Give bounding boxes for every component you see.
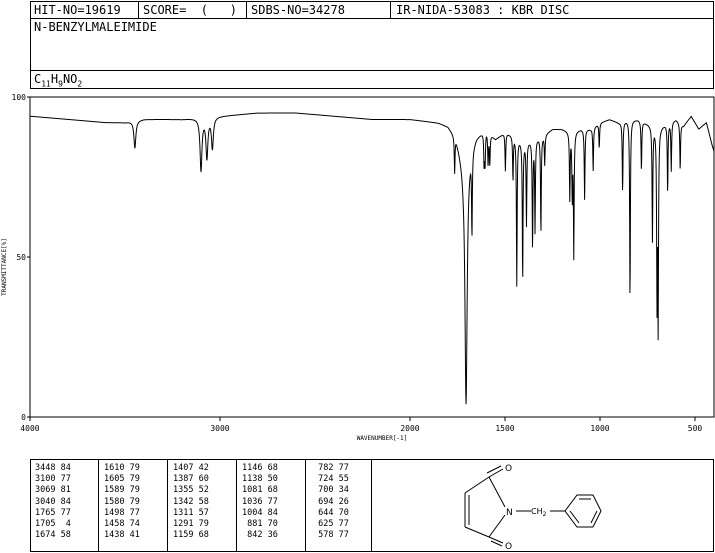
formula-no: NO <box>62 72 78 86</box>
y-axis-label: TRANSMITTANCE[%] <box>1 238 8 296</box>
peak-table-cell: 1036 77 <box>242 496 278 507</box>
structure-diagram: O N O CH2 <box>464 464 602 552</box>
peak-table-divider-2 <box>167 459 168 552</box>
bond-c1-n <box>488 476 506 508</box>
atom-o-top: O <box>505 464 512 474</box>
x-axis-label: WAVENUMBER[-1] <box>357 435 408 442</box>
peak-table-cell: 1355 52 <box>173 485 209 496</box>
x-tick-label: 4000 <box>20 424 39 433</box>
peak-table-column: 3448 84 3100 77 3069 81 3040 84 1765 77 1705 … <box>35 463 71 541</box>
peak-table-column: 1407 42 1387 60 1355 52 1342 58 1311 57 1291 … <box>173 463 209 541</box>
ir-spectrum-chart: 4000 3000 2000 1500 1000 500 0 50 100 WAVENUMBER[… <box>1 93 715 442</box>
peak-table-cell: 644 70 <box>313 507 349 518</box>
peak-table-divider-1 <box>98 459 99 552</box>
header-divider-2 <box>246 1 247 18</box>
peak-table-cell: 1765 77 <box>35 507 71 518</box>
peak-table-cell: 1291 79 <box>173 518 209 529</box>
peak-table-cell: 578 77 <box>313 530 349 541</box>
ir-nida-number: IR-NIDA-53083 : KBR DISC <box>396 3 570 17</box>
bond-c1-o-top <box>488 468 504 478</box>
x-tick-label: 1000 <box>590 424 609 433</box>
peak-table-cell: 782 77 <box>313 463 349 473</box>
compound-name: N-BENZYLMALEIMIDE <box>34 20 157 34</box>
peak-table-cell: 1610 79 <box>104 463 140 473</box>
peak-table-cell: 3448 84 <box>35 463 71 473</box>
y-tick-label: 100 <box>12 93 27 102</box>
y-tick-label: 50 <box>16 253 26 262</box>
peak-table-cell: 1311 57 <box>173 507 209 518</box>
x-tick-label: 1500 <box>495 424 514 433</box>
peak-table-cell: 625 77 <box>313 518 349 529</box>
peak-table-column: 1146 68 1138 50 1081 68 1036 77 1004 84 881 … <box>242 463 278 541</box>
peak-table-column: 782 77 724 55 700 34 694 26 644 70 625 7… <box>313 463 349 541</box>
atom-n: N <box>506 508 513 518</box>
header-divider-3 <box>390 1 391 18</box>
peak-table-cell: 1387 60 <box>173 474 209 485</box>
x-tick-label: 500 <box>688 424 703 433</box>
ch2-subscript: 2 <box>543 511 547 518</box>
peak-table-cell: 694 26 <box>313 496 349 507</box>
ch2-text: CH <box>531 507 543 516</box>
bond-c1-c2 <box>464 476 490 494</box>
peak-table-cell: 842 36 <box>242 530 278 541</box>
peak-table-cell: 3040 84 <box>35 496 71 507</box>
peak-table-divider-3 <box>236 459 237 552</box>
plot-frame <box>29 96 715 418</box>
x-tick-label: 2000 <box>400 424 419 433</box>
ch2-label: CH2 <box>531 507 547 518</box>
peak-table-cell: 1498 77 <box>104 507 140 518</box>
peak-table-cell: 1589 79 <box>104 485 140 496</box>
peak-table-cell: 724 55 <box>313 474 349 485</box>
peak-table-cell: 1605 79 <box>104 474 140 485</box>
peak-table-cell: 1342 58 <box>173 496 209 507</box>
peak-table-cell: 3100 77 <box>35 474 71 485</box>
benzene-inner-bond-3 <box>569 510 580 524</box>
formula-o-count: 2 <box>77 79 83 89</box>
header-row-divider <box>30 18 714 19</box>
peak-table-cell: 1004 84 <box>242 507 278 518</box>
header-box <box>30 1 714 89</box>
peak-table-cell: 1674 58 <box>35 530 71 541</box>
bond-c4-n <box>488 514 506 538</box>
peak-table-cell: 1705 4 <box>35 518 71 529</box>
peak-table-divider-4 <box>305 459 306 552</box>
peak-table-cell: 1438 41 <box>104 530 140 541</box>
molecular-formula: C11H9NO2 <box>34 72 82 91</box>
peak-table-cell: 3069 81 <box>35 485 71 496</box>
header-divider-1 <box>138 1 139 18</box>
peak-table-cell: 1159 68 <box>173 530 209 541</box>
y-tick-label: 0 <box>21 413 26 422</box>
peak-table-cell: 1458 74 <box>104 518 140 529</box>
peak-table-column: 1610 79 1605 79 1589 79 1580 79 1498 77 1458 … <box>104 463 140 541</box>
sdbs-number: SDBS-NO=34278 <box>251 3 345 17</box>
peak-table-cell: 1138 50 <box>242 474 278 485</box>
hit-number: HIT-NO=19619 <box>34 3 121 17</box>
x-tick-label: 3000 <box>210 424 229 433</box>
formula-c-count: 11 <box>41 79 51 89</box>
bond-c4-o-bottom <box>488 536 504 544</box>
bond-c3-c4 <box>464 526 490 538</box>
peak-table-cell: 1407 42 <box>173 463 209 473</box>
peak-table-cell: 881 70 <box>242 518 278 529</box>
bond-c1-o-top-double <box>486 465 502 474</box>
atom-o-bottom: O <box>505 542 512 552</box>
header-formula-divider <box>30 70 714 71</box>
peak-table-cell: 700 34 <box>313 485 349 496</box>
peak-table-cell: 1580 79 <box>104 496 140 507</box>
spectrum-line <box>29 112 715 405</box>
peak-table-cell: 1146 68 <box>242 463 278 473</box>
peak-table-cell: 1081 68 <box>242 485 278 496</box>
score: SCORE= ( ) <box>143 3 237 17</box>
